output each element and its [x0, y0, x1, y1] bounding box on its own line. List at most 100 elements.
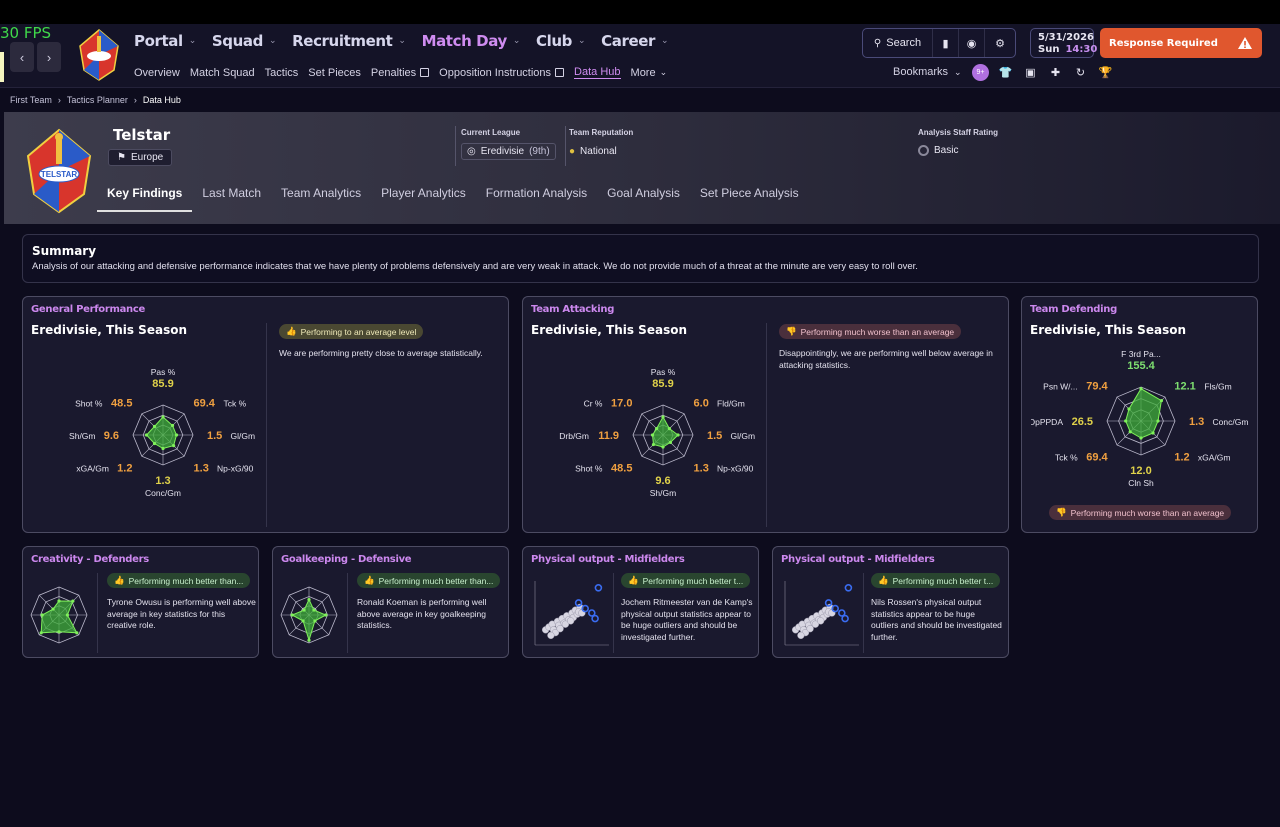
radar-axis-label: Sh/Gm: [650, 488, 676, 498]
refresh-icon[interactable]: ↻: [1072, 64, 1089, 81]
medical-icon[interactable]: ✚: [1047, 64, 1064, 81]
trophy-icon[interactable]: 🏆: [1097, 64, 1114, 81]
breadcrumb-tactics-planner[interactable]: Tactics Planner: [67, 95, 128, 105]
radar-value-label: 12.1: [1174, 381, 1195, 393]
card-text: Jochem Ritmeester van de Kamp's physical…: [621, 597, 753, 642]
world-button[interactable]: ◉: [959, 29, 985, 57]
settings-button[interactable]: ⚙: [985, 29, 1015, 57]
subnav-tactics[interactable]: Tactics: [265, 66, 299, 79]
team-attacking-card[interactable]: Team Attacking Eredivisie, This Season 8…: [522, 296, 1009, 533]
window-edge: [0, 52, 4, 82]
divider: [863, 573, 864, 653]
bookmarks-label: Bookmarks: [893, 66, 949, 78]
scatter-outlier-point: [594, 584, 603, 592]
radar-data-point: [312, 608, 316, 612]
radar-value-label: 1.3: [1189, 416, 1204, 428]
date-time-button[interactable]: 5/31/2026 Sun 14:30: [1030, 28, 1097, 58]
search-button[interactable]: ⚲ Search: [863, 29, 933, 57]
radar-data-point: [1156, 419, 1160, 423]
tab-last-match[interactable]: Last Match: [192, 182, 271, 212]
scatter-point: [797, 631, 805, 640]
general-radar-chart: 85.9Pas % 69.4 Tck % 1.5 Gl/Gm 1.3 Np-xG/90 1.3…: [69, 367, 255, 498]
nav-club[interactable]: Club ⌄: [536, 32, 586, 50]
radar-data-point: [65, 613, 69, 617]
subnav-label: Match Squad: [189, 66, 255, 79]
card-title: Creativity - Defenders: [31, 554, 149, 565]
team-reputation-label: Team Reputation: [569, 128, 634, 137]
subnav-label: Overview: [134, 66, 180, 79]
nav-recruitment[interactable]: Recruitment ⌄: [292, 32, 406, 50]
club-crest-icon[interactable]: [76, 28, 122, 82]
card-text: Nils Rossen's physical output statistics…: [871, 597, 1002, 642]
current-league-pill[interactable]: ◎ Eredivisie (9th): [461, 143, 556, 160]
radar-data-point: [1139, 387, 1143, 391]
nav-portal[interactable]: Portal ⌄: [134, 32, 196, 50]
badge-label: Performing much worse than an average: [1070, 507, 1225, 518]
subnav-label: Penalties: [370, 66, 417, 79]
card-subtitle: Eredivisie, This Season: [1030, 323, 1186, 337]
nav-squad[interactable]: Squad ⌄: [212, 32, 277, 50]
radar-axis-label: Pas %: [651, 367, 676, 377]
back-button[interactable]: ‹: [10, 42, 34, 72]
goalkeeping-defensive-card[interactable]: Goalkeeping - Defensive 👍 Performing much…: [272, 546, 509, 658]
subnav-overview[interactable]: Overview: [134, 66, 180, 79]
general-performance-card[interactable]: General Performance Eredivisie, This Sea…: [22, 296, 509, 533]
tab-key-findings[interactable]: Key Findings: [97, 182, 193, 212]
nav-label: Club: [536, 32, 572, 50]
shirt-icon[interactable]: 👕: [997, 64, 1014, 81]
subnav-penalties[interactable]: Penalties: [370, 66, 430, 79]
warning-icon: [1238, 37, 1252, 49]
sub-navigation: Overview Match Squad Tactics Set Pieces …: [134, 66, 667, 79]
team-name: Telstar: [113, 126, 171, 144]
subnav-label: More: [630, 66, 656, 79]
thumbs-down-icon: 👎: [786, 326, 797, 336]
performance-badge: 👍 Performing much better than...: [357, 573, 500, 588]
toolbar-group: ⚲ Search ▮ ◉ ⚙: [862, 28, 1016, 58]
team-defending-card[interactable]: Team Defending Eredivisie, This Season 1…: [1021, 296, 1258, 533]
divider: [565, 126, 566, 166]
response-required-button[interactable]: Response Required: [1100, 28, 1262, 58]
tab-set-piece-analysis[interactable]: Set Piece Analysis: [690, 182, 809, 212]
bookmark-button[interactable]: ▮: [933, 29, 959, 57]
divider: [613, 573, 614, 653]
tab-goal-analysis[interactable]: Goal Analysis: [597, 182, 690, 212]
radar-data-point: [1151, 431, 1155, 435]
physical-output-card-1[interactable]: Physical output - Midfielders 👍 Performin…: [522, 546, 759, 658]
tab-team-analytics[interactable]: Team Analytics: [271, 182, 371, 212]
tab-formation-analysis[interactable]: Formation Analysis: [476, 182, 597, 212]
forward-button[interactable]: ›: [37, 42, 61, 72]
radar-value-label: 48.5: [111, 397, 132, 409]
radar-data-point: [152, 441, 157, 446]
bookmark-icon: ▮: [942, 37, 949, 50]
physical-output-card-2[interactable]: Physical output - Midfielders 👍 Performin…: [772, 546, 1009, 658]
chat-icon[interactable]: 9+: [972, 64, 989, 81]
tab-player-analytics[interactable]: Player Analytics: [371, 182, 476, 212]
card-title: Physical output - Midfielders: [781, 554, 935, 565]
subnav-data-hub[interactable]: Data Hub: [574, 66, 621, 79]
radar-data-point: [324, 613, 328, 617]
subnav-set-pieces[interactable]: Set Pieces: [308, 66, 361, 79]
radar-axis-label: Shot %: [575, 464, 603, 474]
creativity-defenders-card[interactable]: Creativity - Defenders 👍 Performing much …: [22, 546, 259, 658]
radar-data-point: [161, 415, 165, 419]
subnav-match-squad[interactable]: Match Squad: [190, 66, 255, 79]
bookmarks-menu[interactable]: Bookmarks ⌄: [893, 66, 962, 78]
subnav-more[interactable]: More ⌄: [631, 66, 668, 79]
performance-badge: 👍 Performing much better t...: [871, 573, 1000, 588]
radar-data-point: [655, 427, 659, 431]
nav-career[interactable]: Career ⌄: [601, 32, 668, 50]
scatter-outlier-point: [591, 614, 599, 623]
subnav-label: Set Pieces: [308, 66, 361, 79]
region-pill[interactable]: ⚑ Europe: [108, 149, 173, 166]
radar-data-point: [313, 619, 317, 623]
clipboard-icon[interactable]: ▣: [1022, 64, 1039, 81]
nav-match-day[interactable]: Match Day ⌄: [422, 32, 521, 50]
radar-axis-label: Np-xG/90: [717, 464, 754, 474]
radar-data-point: [1139, 436, 1143, 440]
breadcrumb-first-team[interactable]: First Team: [10, 95, 52, 105]
subnav-opposition-instructions[interactable]: Opposition Instructions: [439, 66, 565, 79]
radar-value-label: 9.6: [104, 430, 119, 442]
radar-data-point: [667, 427, 671, 431]
team-reputation-block: Team Reputation ● National: [569, 128, 633, 157]
current-league-block: Current League ◎ Eredivisie (9th): [461, 128, 556, 160]
